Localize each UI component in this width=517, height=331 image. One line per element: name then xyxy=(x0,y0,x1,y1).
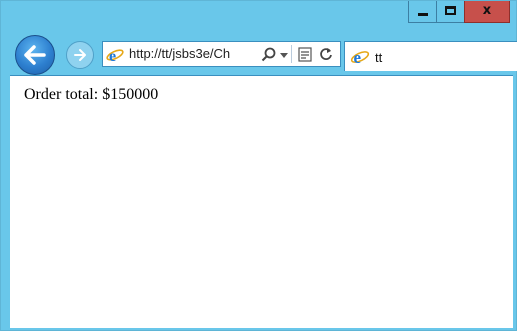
page-content: Order total: $150000 xyxy=(10,75,513,328)
address-bar[interactable]: e http://tt/jsbs3e/Ch xyxy=(102,41,341,67)
back-button[interactable] xyxy=(15,35,55,75)
minimize-button[interactable] xyxy=(408,1,437,23)
svg-text:e: e xyxy=(354,48,362,66)
maximize-icon xyxy=(445,6,456,15)
forward-arrow-icon xyxy=(74,49,86,61)
caption-buttons: x xyxy=(408,1,510,23)
svg-text:e: e xyxy=(109,48,116,64)
compatibility-view-icon[interactable] xyxy=(298,47,312,62)
internet-explorer-icon: e xyxy=(350,48,370,66)
address-divider xyxy=(291,45,292,63)
tab-tt[interactable]: e tt xyxy=(344,41,517,71)
chevron-down-icon[interactable] xyxy=(280,53,288,58)
refresh-icon[interactable] xyxy=(318,46,334,62)
back-arrow-icon xyxy=(24,45,46,65)
order-total-text: Order total: $150000 xyxy=(24,86,159,103)
internet-explorer-icon: e xyxy=(106,48,124,64)
tab-label: tt xyxy=(375,50,383,65)
close-button[interactable]: x xyxy=(464,1,510,23)
address-url[interactable]: http://tt/jsbs3e/Ch xyxy=(129,46,259,61)
browser-window: x e http://tt/jsbs3e/Ch e tt Order total… xyxy=(0,0,517,331)
minimize-icon xyxy=(418,13,428,16)
forward-button[interactable] xyxy=(66,41,94,69)
close-icon: x xyxy=(482,3,492,18)
search-icon[interactable] xyxy=(261,47,276,62)
maximize-button[interactable] xyxy=(436,1,465,23)
